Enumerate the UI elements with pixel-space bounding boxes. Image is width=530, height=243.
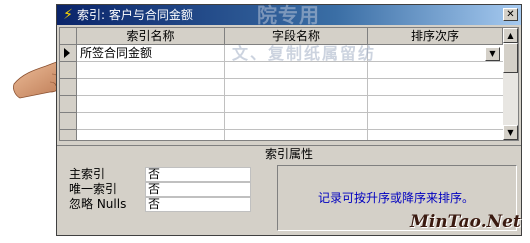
row-selector[interactable]	[60, 62, 77, 79]
row-selector[interactable]	[60, 113, 77, 130]
ignore-nulls-label: 忽略 Nulls	[69, 197, 127, 211]
row-selector[interactable]	[60, 130, 77, 140]
column-header-field-name[interactable]: 字段名称	[225, 28, 368, 45]
scroll-up-button[interactable]: ▲	[503, 28, 518, 43]
overlay-watermark: 院专用	[257, 3, 320, 27]
column-header-index-name[interactable]: 索引名称	[77, 28, 225, 45]
current-row-indicator-icon	[64, 48, 70, 58]
lightning-icon: ⚡	[63, 7, 73, 23]
column-header-sort-order[interactable]: 排序次序	[368, 28, 503, 45]
grid-corner[interactable]	[60, 28, 77, 45]
title-bar[interactable]: ⚡ 索引: 客户与合同金额 院专用 ✕	[57, 3, 521, 27]
site-watermark: MinTao.Net	[410, 212, 521, 232]
grid-line	[77, 95, 503, 96]
index-grid: 索引名称 字段名称 排序次序 所签合同金额 文、复制纸属留纺 ▼ ▲ ▼	[59, 27, 519, 141]
vertical-scrollbar[interactable]: ▲ ▼	[503, 28, 518, 140]
grid-line	[77, 112, 503, 113]
row-selector[interactable]	[60, 79, 77, 96]
unique-index-field[interactable]: 否	[145, 182, 251, 197]
cell-sort-order[interactable]	[368, 45, 484, 61]
unique-index-label: 唯一索引	[69, 182, 118, 196]
ignore-nulls-field[interactable]: 否	[145, 197, 251, 212]
sort-order-dropdown-button[interactable]: ▼	[485, 47, 500, 61]
property-hint-text: 记录可按升序或降序来排序。	[317, 191, 474, 205]
scroll-thumb[interactable]	[503, 43, 518, 73]
close-button[interactable]: ✕	[503, 8, 518, 21]
grid-watermark: 文、复制纸属留纺	[232, 44, 377, 63]
primary-index-label: 主索引	[69, 167, 106, 181]
primary-index-field[interactable]: 否	[145, 167, 251, 182]
window-title: 索引: 客户与合同金额	[77, 8, 193, 22]
scroll-down-button[interactable]: ▼	[503, 125, 518, 140]
row-selector[interactable]	[60, 96, 77, 113]
grid-line	[77, 129, 503, 130]
grid-line	[77, 78, 503, 79]
properties-title: 索引属性	[57, 145, 521, 162]
index-dialog-window: ⚡ 索引: 客户与合同金额 院专用 ✕ 索引名称 字段名称 排序次序 所签合同金…	[56, 4, 522, 236]
cell-index-name[interactable]: 所签合同金额	[80, 45, 152, 62]
